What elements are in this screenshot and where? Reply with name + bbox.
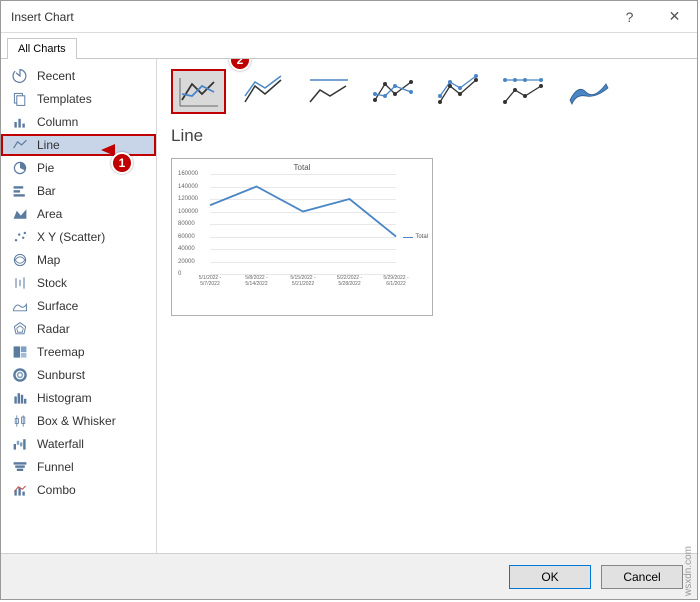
sidebar-item-combo[interactable]: Combo	[1, 479, 156, 501]
subtype-row: 2	[171, 69, 683, 114]
sidebar-item-label: Stock	[37, 276, 67, 290]
pie-icon	[11, 160, 29, 176]
subtype-line[interactable]	[171, 69, 226, 114]
treemap-icon	[11, 344, 29, 360]
sidebar-item-label: Surface	[37, 299, 78, 313]
chart-type-sidebar: Recent Templates Column Line1 Pie Bar Area X Y …	[1, 59, 157, 553]
sidebar-item-label: Radar	[37, 322, 70, 336]
sidebar-item-histogram[interactable]: Histogram	[1, 387, 156, 409]
surface-icon	[11, 298, 29, 314]
waterfall-icon	[11, 436, 29, 452]
sidebar-item-label: Column	[37, 115, 78, 129]
help-button[interactable]: ?	[607, 1, 652, 33]
sidebar-item-map[interactable]: Map	[1, 249, 156, 271]
sidebar-item-funnel[interactable]: Funnel	[1, 456, 156, 478]
chart-preview[interactable]: Total Total 0200004000060000800001000001…	[171, 158, 433, 316]
histogram-icon	[11, 390, 29, 406]
sidebar-item-pie[interactable]: Pie	[1, 157, 156, 179]
subtype-stacked-line[interactable]	[236, 69, 291, 114]
subtype-100-stacked-line[interactable]	[301, 69, 356, 114]
templates-icon	[11, 91, 29, 107]
sunburst-icon	[11, 367, 29, 383]
recent-icon	[11, 68, 29, 84]
sidebar-item-label: Sunburst	[37, 368, 85, 382]
window-title: Insert Chart	[11, 10, 74, 24]
preview-plot-area: Total 0200004000060000800001000001200001…	[178, 174, 426, 294]
subtype-title: Line	[171, 126, 683, 146]
bar-icon	[11, 183, 29, 199]
funnel-icon	[11, 459, 29, 475]
sidebar-item-label: Templates	[37, 92, 92, 106]
sidebar-item-label: Map	[37, 253, 60, 267]
radar-icon	[11, 321, 29, 337]
sidebar-item-sunburst[interactable]: Sunburst	[1, 364, 156, 386]
close-button[interactable]: ✕	[652, 1, 697, 33]
sidebar-item-column[interactable]: Column	[1, 111, 156, 133]
main-panel: 2 Line Total Total 020000400006000080000…	[157, 59, 697, 553]
ok-button[interactable]: OK	[509, 565, 591, 589]
tabstrip: All Charts	[1, 33, 697, 58]
sidebar-item-label: Funnel	[37, 460, 74, 474]
titlebar: Insert Chart ? ✕	[1, 1, 697, 33]
sidebar-item-stock[interactable]: Stock	[1, 272, 156, 294]
dialog-footer: OK Cancel	[1, 553, 697, 599]
sidebar-item-label: Box & Whisker	[37, 414, 116, 428]
subtype-line-markers[interactable]	[366, 69, 421, 114]
sidebar-item-label: Area	[37, 207, 62, 221]
sidebar-item-label: Combo	[37, 483, 76, 497]
scatter-icon	[11, 229, 29, 245]
sidebar-item-templates[interactable]: Templates	[1, 88, 156, 110]
sidebar-item-label: Bar	[37, 184, 56, 198]
sidebar-item-x-y-scatter-[interactable]: X Y (Scatter)	[1, 226, 156, 248]
sidebar-item-treemap[interactable]: Treemap	[1, 341, 156, 363]
boxwhisker-icon	[11, 413, 29, 429]
sidebar-item-label: Pie	[37, 161, 54, 175]
cancel-button[interactable]: Cancel	[601, 565, 683, 589]
sidebar-item-radar[interactable]: Radar	[1, 318, 156, 340]
dialog-window: Insert Chart ? ✕ All Charts Recent Templa…	[0, 0, 698, 600]
watermark: wsxdn.com	[683, 546, 694, 596]
subtype-100-stacked-line-markers[interactable]	[496, 69, 551, 114]
line-icon	[11, 137, 29, 153]
sidebar-item-recent[interactable]: Recent	[1, 65, 156, 87]
column-icon	[11, 114, 29, 130]
sidebar-item-surface[interactable]: Surface	[1, 295, 156, 317]
stock-icon	[11, 275, 29, 291]
sidebar-item-label: Waterfall	[37, 437, 84, 451]
sidebar-item-bar[interactable]: Bar	[1, 180, 156, 202]
sidebar-item-label: Line	[37, 138, 60, 152]
preview-title: Total	[178, 163, 426, 172]
sidebar-item-label: Recent	[37, 69, 75, 83]
sidebar-item-label: X Y (Scatter)	[37, 230, 105, 244]
sidebar-item-area[interactable]: Area	[1, 203, 156, 225]
sidebar-item-label: Histogram	[37, 391, 92, 405]
area-icon	[11, 206, 29, 222]
sidebar-item-waterfall[interactable]: Waterfall	[1, 433, 156, 455]
sidebar-item-box-whisker[interactable]: Box & Whisker	[1, 410, 156, 432]
subtype-3d-line[interactable]	[561, 69, 616, 114]
combo-icon	[11, 482, 29, 498]
subtype-stacked-line-markers[interactable]	[431, 69, 486, 114]
map-icon	[11, 252, 29, 268]
sidebar-item-label: Treemap	[37, 345, 85, 359]
sidebar-item-line[interactable]: Line1	[1, 134, 156, 156]
tab-all-charts[interactable]: All Charts	[7, 38, 77, 59]
